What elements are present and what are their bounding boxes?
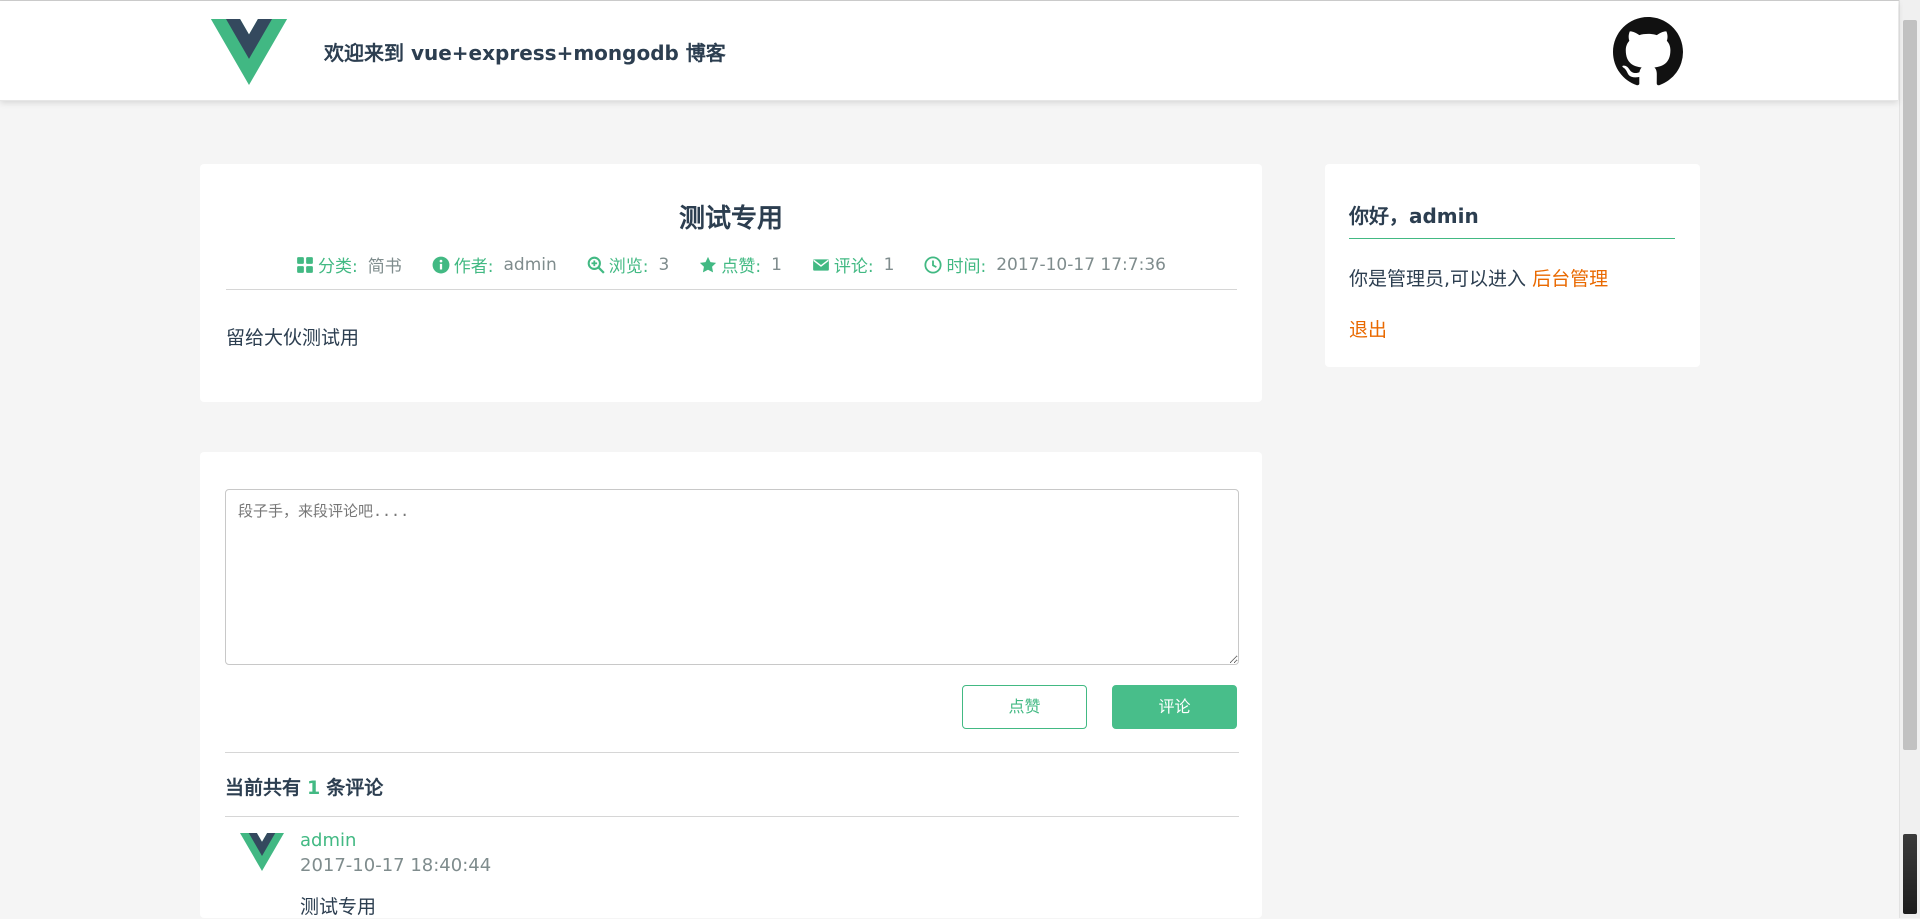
zoom-in-icon (587, 256, 605, 274)
meta-time-label: 时间: (946, 257, 987, 277)
comment-count-prefix: 当前共有 (225, 777, 302, 799)
site-title[interactable]: 欢迎来到 vue+express+mongodb 博客 (324, 37, 726, 66)
article-divider (226, 289, 1237, 290)
meta-time: 时间: 2017-10-17 17:7:36 (924, 252, 1166, 277)
clock-icon (924, 255, 943, 274)
meta-likes: 点赞: 1 (699, 252, 782, 277)
meta-likes-label: 点赞: (721, 257, 762, 277)
comment-author[interactable]: admin (300, 830, 356, 851)
scroll-widget (1903, 834, 1917, 914)
github-icon[interactable] (1613, 17, 1683, 87)
vue-logo-icon[interactable] (210, 19, 288, 85)
scrollbar-thumb[interactable] (1903, 20, 1917, 750)
envelope-icon (813, 258, 829, 271)
avatar (240, 832, 284, 872)
logout-link[interactable]: 退出 (1349, 315, 1387, 342)
meta-author: 作者: admin (432, 252, 557, 277)
comment-text: 测试专用 (300, 896, 377, 918)
user-panel-divider (1349, 238, 1675, 239)
admin-note: 你是管理员,可以进入 后台管理 (1349, 264, 1608, 291)
comment-count-suffix: 条评论 (326, 777, 384, 799)
user-greeting: 你好，admin (1349, 204, 1479, 228)
meta-comments-value: 1 (883, 254, 895, 275)
comment-divider-bottom (225, 816, 1239, 817)
comment-input[interactable] (225, 489, 1239, 665)
info-icon (432, 256, 450, 273)
star-icon (700, 256, 717, 272)
article-body: 留给大伙测试用 (226, 327, 360, 349)
comment-divider-top (225, 752, 1239, 753)
like-button[interactable]: 点赞 (962, 685, 1087, 729)
meta-likes-value: 1 (771, 254, 782, 275)
meta-author-value: admin (503, 254, 557, 275)
article-meta: 分类: 简书 作者: admin 浏览: 3 点赞: 1 评论: 1 时间: 2… (200, 252, 1262, 277)
grid-icon (297, 256, 313, 273)
meta-category: 分类: 简书 (296, 252, 402, 277)
article-card: 测试专用 分类: 简书 作者: admin 浏览: 3 点赞: 1 评论: 1 … (200, 164, 1262, 402)
comment-count: 当前共有 1 条评论 (225, 773, 383, 800)
meta-comments-label: 评论: (833, 257, 874, 277)
submit-comment-button[interactable]: 评论 (1112, 685, 1237, 729)
user-panel: 你好，admin 你是管理员,可以进入 后台管理 退出 (1325, 164, 1700, 367)
meta-views-value: 3 (658, 254, 670, 275)
meta-author-label: 作者: (453, 257, 494, 277)
meta-views: 浏览: 3 (587, 252, 670, 277)
comment-count-number: 1 (307, 777, 321, 799)
meta-category-label: 分类: (318, 257, 358, 277)
site-header: 欢迎来到 vue+express+mongodb 博客 (0, 1, 1898, 101)
meta-comments: 评论: 1 (812, 252, 895, 277)
article-title: 测试专用 (678, 204, 783, 234)
comment-time: 2017-10-17 18:40:44 (300, 855, 492, 876)
admin-dashboard-link[interactable]: 后台管理 (1532, 268, 1608, 290)
page-scrollbar[interactable] (1899, 0, 1920, 918)
meta-views-label: 浏览: (608, 257, 649, 277)
meta-time-value: 2017-10-17 17:7:36 (996, 254, 1166, 275)
comment-section: 点赞 评论 当前共有1条评论 admin 2017-10-17 18:40:44… (200, 452, 1262, 918)
admin-note-text: 你是管理员,可以进入 (1349, 268, 1527, 290)
meta-category-value: 简书 (367, 257, 402, 277)
